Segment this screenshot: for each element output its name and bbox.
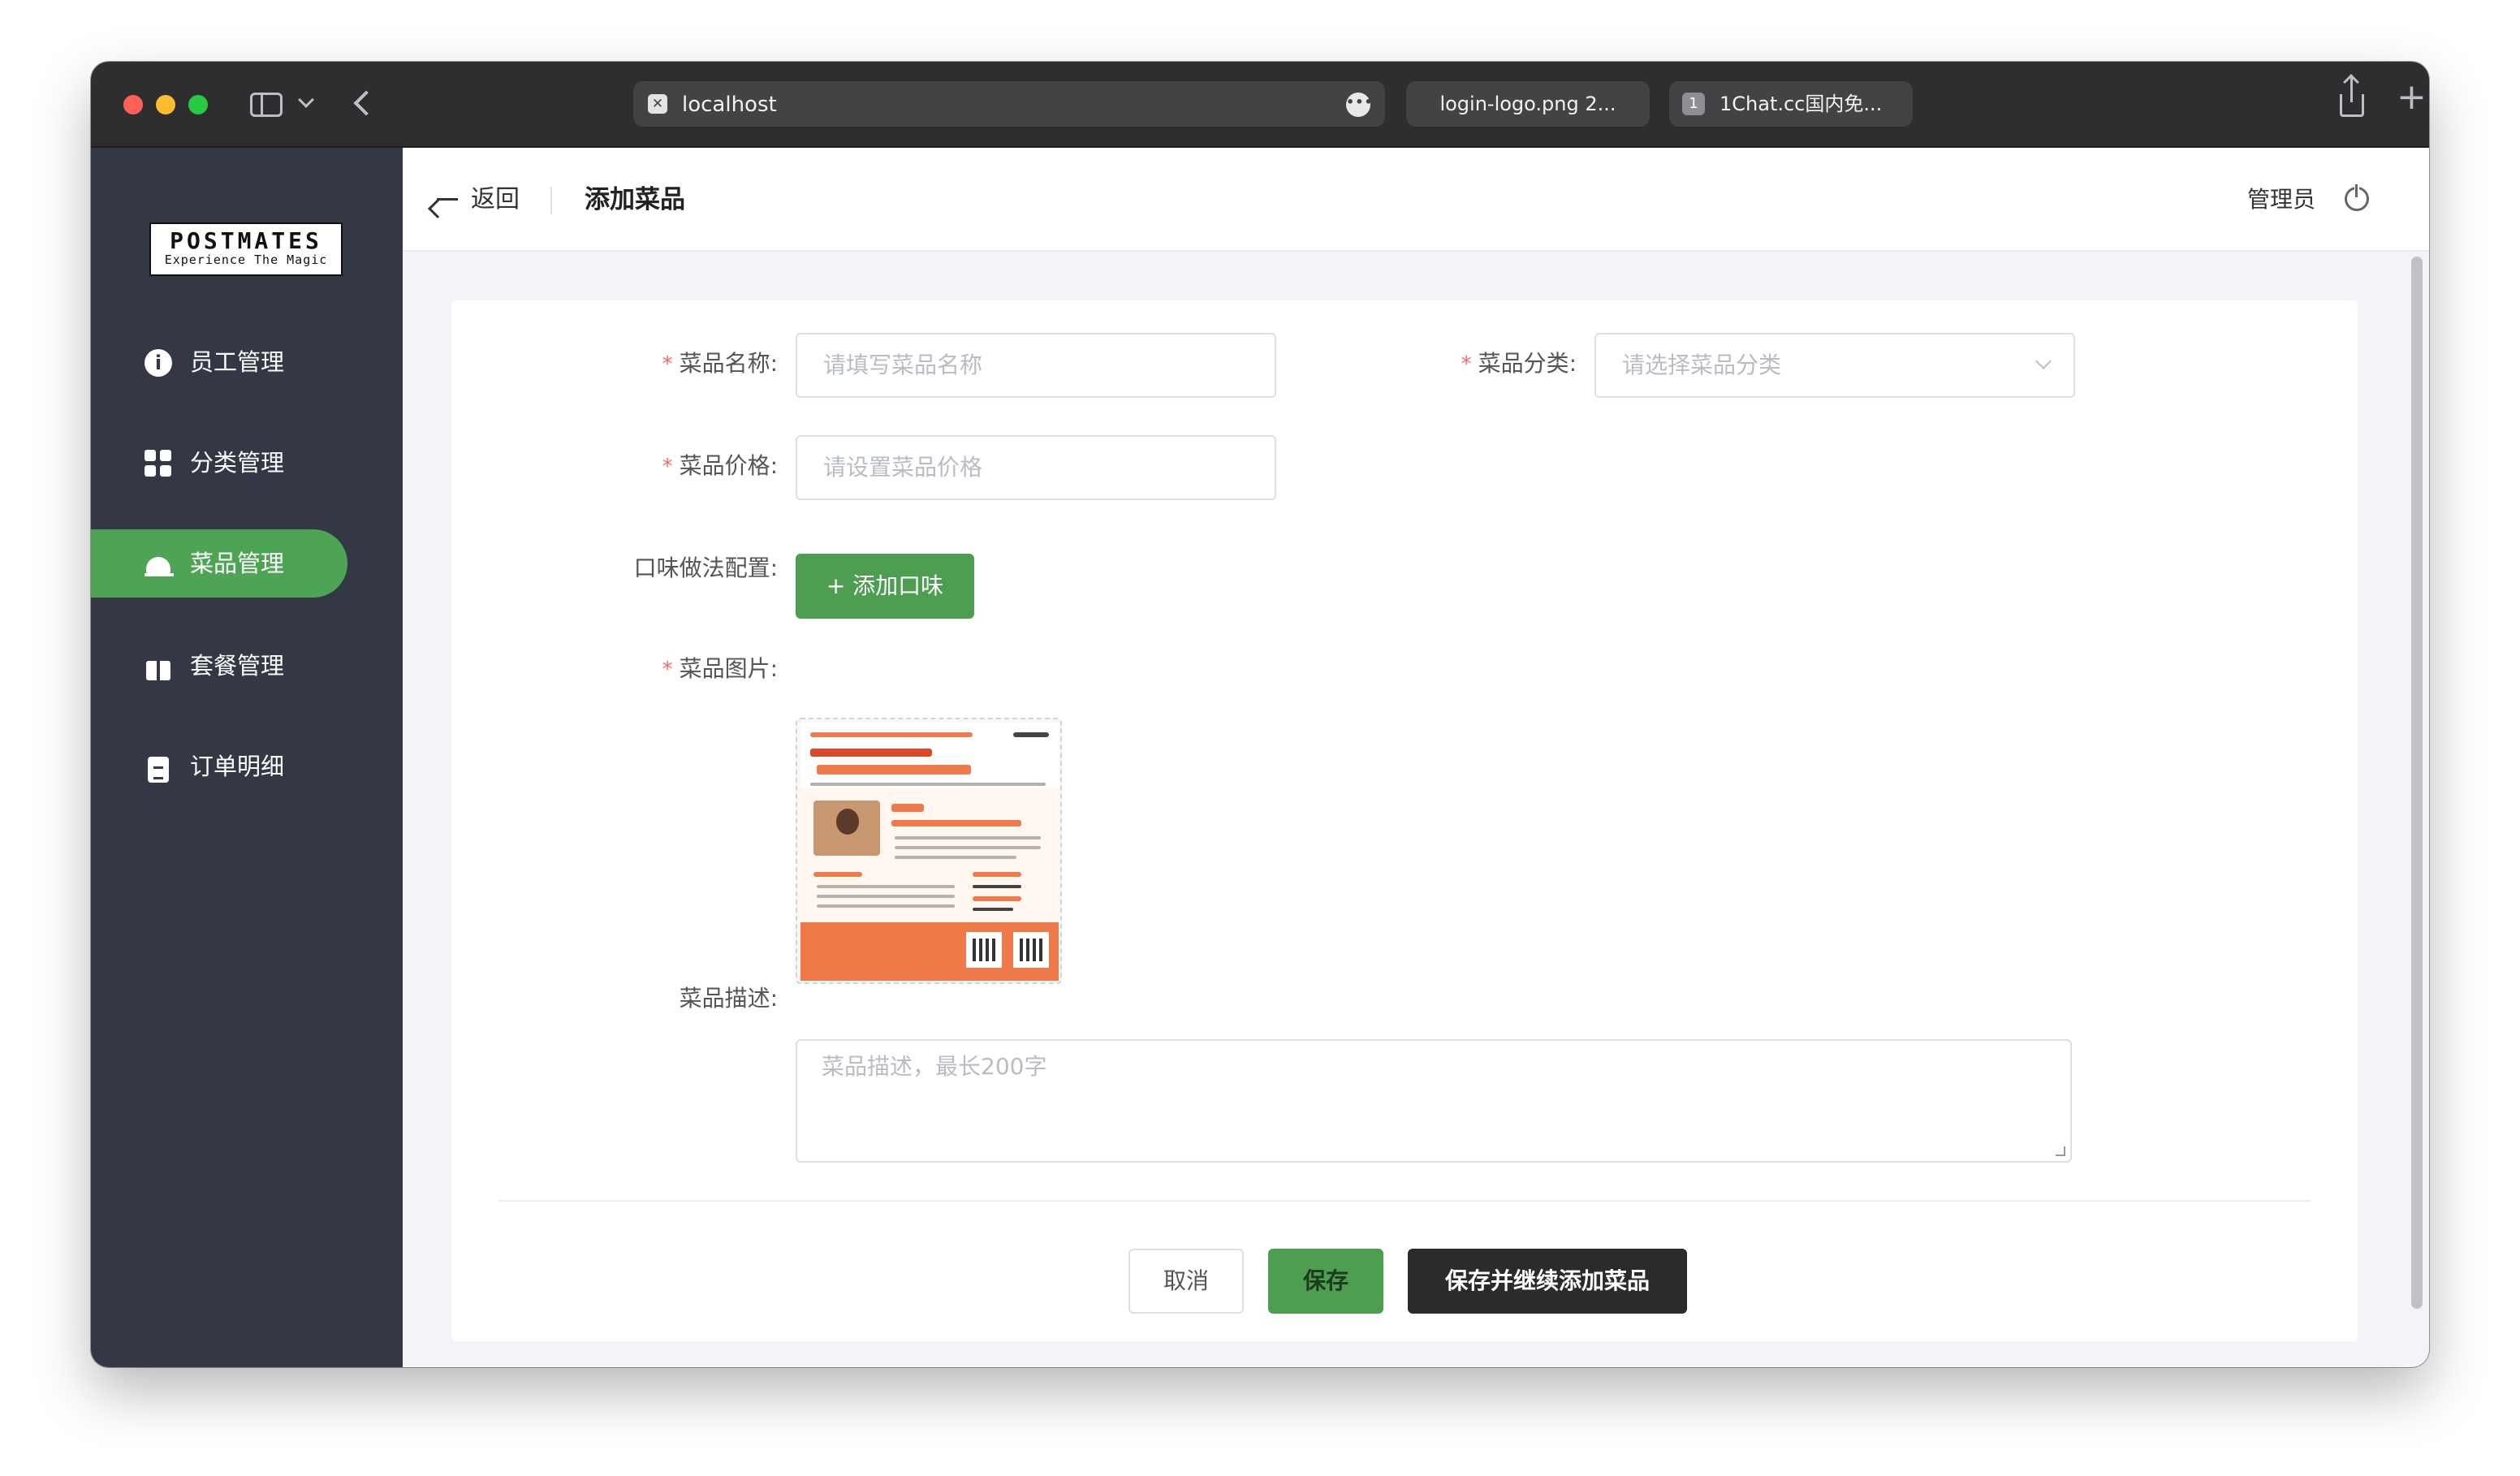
arrow-left-icon <box>437 198 458 201</box>
chevron-down-icon[interactable] <box>298 92 314 108</box>
required-mark: * <box>662 352 673 377</box>
flavor-config-label: 口味做法配置: <box>633 555 778 581</box>
browser-tab-login-logo[interactable]: login-logo.png 2... <box>1406 81 1650 127</box>
dish-image-upload[interactable] <box>796 718 1062 984</box>
dish-category-label: * 菜品分类: <box>1301 347 1577 381</box>
gift-icon <box>145 653 172 680</box>
save-and-continue-button[interactable]: 保存并继续添加菜品 <box>1408 1249 1687 1314</box>
tab-favicon-icon: 1 <box>1682 93 1705 115</box>
minimize-window-button[interactable] <box>156 95 175 114</box>
sidebar-item-employee[interactable]: i 员工管理 <box>91 328 347 396</box>
app-logo: POSTMATES Experience The Magic <box>149 222 343 276</box>
close-window-button[interactable] <box>123 95 143 114</box>
label-text: 菜品分类: <box>1478 350 1577 377</box>
page-header: 返回 添加菜品 管理员 <box>403 148 2429 252</box>
dish-form-card: * 菜品名称: 请填写菜品名称 * 菜品分类: 请选择菜品分类 * 菜品价格: 请设置… <box>451 300 2358 1341</box>
sidebar-item-label: 订单明细 <box>190 753 285 780</box>
cancel-button[interactable]: 取消 <box>1128 1249 1244 1314</box>
dish-description-textarea[interactable]: 菜品描述，最长200字 <box>796 1039 2072 1163</box>
save-button[interactable]: 保存 <box>1268 1249 1383 1314</box>
sidebar-item-label: 分类管理 <box>190 449 285 477</box>
required-mark: * <box>1461 352 1472 377</box>
sidebar-item-category[interactable]: 分类管理 <box>91 429 347 497</box>
cloche-icon <box>145 550 174 578</box>
label-text: 菜品价格: <box>679 452 778 479</box>
address-url: localhost <box>682 93 777 117</box>
user-name[interactable]: 管理员 <box>2247 185 2315 214</box>
tab-label: 1Chat.cc国内免... <box>1720 93 1883 115</box>
form-divider <box>498 1200 2311 1202</box>
label-text: 菜品图片: <box>679 655 778 682</box>
sidebar-item-setmeal[interactable]: 套餐管理 <box>91 632 347 700</box>
dish-price-label: * 菜品价格: <box>502 450 778 483</box>
sidebar-item-label: 菜品管理 <box>190 550 285 577</box>
header-divider <box>550 187 552 214</box>
dish-image-label: * 菜品图片: <box>502 653 778 686</box>
add-flavor-button[interactable]: + 添加口味 <box>796 554 974 619</box>
sidebar-item-label: 套餐管理 <box>190 652 285 680</box>
grid-icon <box>145 450 172 477</box>
dish-category-select[interactable]: 请选择菜品分类 <box>1594 333 2075 398</box>
page-scrollbar[interactable] <box>2411 257 2423 1309</box>
required-mark: * <box>662 455 673 479</box>
address-bar[interactable]: ✕ localhost ••• <box>633 81 1385 127</box>
required-mark: * <box>662 658 673 682</box>
sidebar-item-label: 员工管理 <box>190 348 285 376</box>
browser-window: ✕ localhost ••• login-logo.png 2... 1 1C… <box>91 62 2429 1367</box>
browser-toolbar: ✕ localhost ••• login-logo.png 2... 1 1C… <box>91 62 2429 148</box>
back-button[interactable]: 返回 <box>437 183 520 216</box>
select-placeholder: 请选择菜品分类 <box>1622 352 1782 378</box>
tab-label: login-logo.png 2... <box>1439 93 1616 115</box>
power-icon[interactable] <box>2345 184 2369 211</box>
sidebar-toggle-icon[interactable] <box>250 93 283 117</box>
site-favicon-icon: ✕ <box>648 94 667 114</box>
sidebar-item-orders[interactable]: 订单明细 <box>91 732 347 801</box>
browser-tab-1chat[interactable]: 1 1Chat.cc国内免... <box>1669 81 1913 127</box>
textarea-placeholder: 菜品描述，最长200字 <box>822 1053 1047 1080</box>
info-icon: i <box>145 349 172 377</box>
new-tab-icon[interactable]: + <box>2397 80 2427 115</box>
app-sidebar: POSTMATES Experience The Magic i 员工管理 分类… <box>91 148 403 1367</box>
chevron-down-icon <box>2035 353 2052 369</box>
sidebar-item-dish[interactable]: 菜品管理 <box>91 529 347 598</box>
back-label: 返回 <box>471 185 520 214</box>
resize-grip-icon[interactable] <box>2056 1146 2065 1156</box>
dish-image-preview <box>800 723 1059 981</box>
logo-brand: POSTMATES <box>170 227 322 254</box>
share-icon[interactable] <box>2340 76 2364 117</box>
dish-price-input[interactable]: 请设置菜品价格 <box>796 435 1276 500</box>
zoom-window-button[interactable] <box>188 95 208 114</box>
page-title: 添加菜品 <box>585 185 685 214</box>
clipboard-icon <box>145 753 172 783</box>
more-options-icon[interactable]: ••• <box>1346 93 1373 117</box>
dish-name-label: * 菜品名称: <box>502 347 778 381</box>
logo-tagline: Experience The Magic <box>164 252 328 267</box>
browser-back-icon[interactable] <box>353 90 379 116</box>
dish-description-label: 菜品描述: <box>679 985 778 1012</box>
label-text: 菜品名称: <box>679 350 778 377</box>
dish-name-input[interactable]: 请填写菜品名称 <box>796 333 1276 398</box>
